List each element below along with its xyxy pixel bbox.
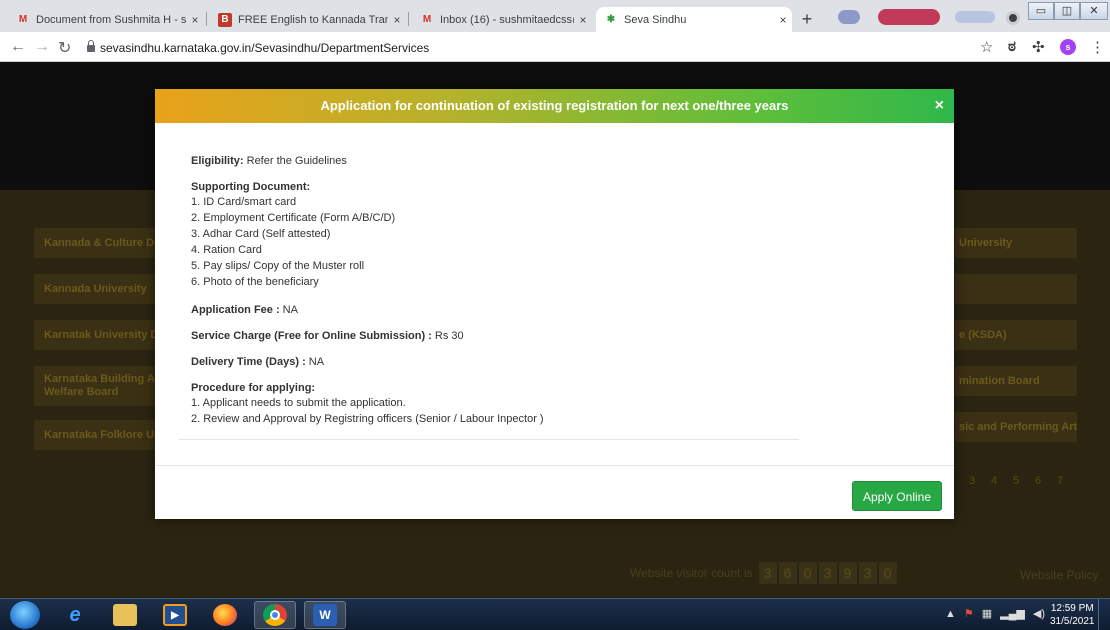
- modal-footer: Apply Online: [155, 465, 954, 519]
- tab-seva-sindhu[interactable]: ✱ Seva Sindhu ×: [596, 7, 792, 32]
- list-item: 2. Employment Certificate (Form A/B/C/D): [191, 212, 396, 224]
- service-item[interactable]: mination Board: [955, 366, 1077, 396]
- site-footer: [0, 540, 1110, 598]
- file-explorer-icon[interactable]: [104, 601, 146, 629]
- show-desktop-button[interactable]: [1098, 599, 1110, 630]
- modal-body: Eligibility: Refer the Guidelines Suppor…: [155, 123, 954, 465]
- website-policy-link[interactable]: Website Policy: [1020, 568, 1098, 582]
- list-item: 6. Photo of the beneficiary: [191, 276, 319, 288]
- visitor-label: Website visitor count is: [630, 566, 753, 580]
- network-icon[interactable]: ▦: [982, 607, 992, 620]
- reload-icon[interactable]: ↻: [58, 38, 71, 58]
- word-icon[interactable]: W: [304, 601, 346, 629]
- list-item: 1. Applicant needs to submit the applica…: [191, 397, 406, 409]
- browser-tab-strip: M Document from Sushmita H - su × B FREE…: [0, 0, 1110, 32]
- visitor-digits: 3 6 0 3 9 3 0: [758, 562, 897, 584]
- extension-icon: [955, 11, 995, 23]
- list-item: 3. Adhar Card (Self attested): [191, 228, 331, 240]
- tab-translator[interactable]: B FREE English to Kannada Translat ×: [210, 7, 406, 32]
- media-player-icon[interactable]: ▶: [154, 601, 196, 629]
- internet-explorer-icon[interactable]: e: [54, 601, 96, 629]
- gmail-icon: M: [18, 14, 28, 25]
- start-button[interactable]: [10, 601, 40, 629]
- supporting-documents: Supporting Document: 1. ID Card/smart ca…: [191, 181, 918, 290]
- pagination: 3 4 5 6 7: [965, 466, 1067, 496]
- modal-title: Application for continuation of existing…: [320, 98, 789, 113]
- service-info-modal: Application for continuation of existing…: [155, 89, 954, 519]
- page-link[interactable]: 6: [1031, 466, 1045, 496]
- service-item[interactable]: [955, 274, 1077, 304]
- back-arrow-icon[interactable]: ←: [10, 38, 26, 56]
- page-link[interactable]: 5: [1009, 466, 1023, 496]
- system-tray: ▲ ⚑ ▦ ▂▄▆ ◀): [945, 607, 1045, 621]
- lock-icon[interactable]: [86, 40, 96, 52]
- close-window-button[interactable]: ✕: [1080, 2, 1108, 20]
- apply-online-button[interactable]: Apply Online: [851, 481, 942, 511]
- gmail-icon: M: [422, 14, 432, 25]
- tab-title: Inbox (16) - sushmitaedcss@gm: [440, 13, 574, 26]
- list-item: 2. Review and Approval by Registring off…: [191, 413, 544, 425]
- modal-header: Application for continuation of existing…: [155, 89, 954, 123]
- volume-icon[interactable]: ◀): [1033, 607, 1045, 620]
- chrome-icon[interactable]: [254, 601, 296, 629]
- tab-close-icon[interactable]: ×: [574, 13, 592, 27]
- taskbar-clock[interactable]: 12:59 PM 31/5/2021: [1050, 602, 1095, 628]
- kannada-extension-icon[interactable]: ಠ: [1008, 38, 1016, 55]
- divider: [179, 439, 799, 440]
- media-control-icon[interactable]: [1006, 11, 1020, 25]
- list-item: 1. ID Card/smart card: [191, 196, 297, 208]
- tab-close-icon[interactable]: ×: [186, 13, 204, 27]
- tab-close-icon[interactable]: ×: [774, 13, 792, 27]
- procedure-section: Procedure for applying: 1. Applicant nee…: [191, 382, 918, 427]
- tab-gmail-document[interactable]: M Document from Sushmita H - su ×: [8, 7, 204, 32]
- service-item[interactable]: e (KSDA): [955, 320, 1077, 350]
- eligibility-row: Eligibility: Refer the Guidelines: [191, 155, 347, 167]
- menu-kebab-icon[interactable]: ⋮: [1090, 38, 1105, 56]
- tab-separator: [408, 12, 409, 26]
- restore-button[interactable]: ◫: [1054, 2, 1080, 20]
- service-item[interactable]: sic and Performing Arts: [955, 412, 1077, 442]
- delivery-time-row: Delivery Time (Days) : NA: [191, 356, 325, 368]
- tray-expand-icon[interactable]: ▲: [945, 608, 956, 620]
- extensions-puzzle-icon[interactable]: ✣: [1032, 38, 1045, 56]
- page-link[interactable]: 7: [1053, 466, 1067, 496]
- tab-title: FREE English to Kannada Translat: [238, 13, 388, 26]
- extension-icon: [838, 10, 860, 24]
- page-link[interactable]: 3: [965, 466, 979, 496]
- new-tab-button[interactable]: +: [796, 8, 818, 30]
- url-field[interactable]: sevasindhu.karnataka.gov.in/Sevasindhu/D…: [100, 41, 429, 55]
- page-link[interactable]: 4: [987, 466, 1001, 496]
- minimize-button[interactable]: ▭: [1028, 2, 1054, 20]
- forward-arrow-icon[interactable]: →: [34, 38, 50, 56]
- address-bar: ← → ↻ sevasindhu.karnataka.gov.in/Sevasi…: [0, 32, 1110, 62]
- clock-date: 31/5/2021: [1050, 616, 1095, 627]
- tab-close-icon[interactable]: ×: [388, 13, 406, 27]
- clock-time: 12:59 PM: [1050, 603, 1094, 614]
- close-icon[interactable]: ×: [935, 89, 944, 123]
- seva-sindhu-icon: ✱: [606, 14, 616, 25]
- extension-icon: [878, 9, 940, 25]
- firefox-icon[interactable]: [204, 601, 246, 629]
- list-item: 4. Ration Card: [191, 244, 262, 256]
- profile-avatar[interactable]: s: [1060, 39, 1076, 55]
- flag-icon[interactable]: ⚑: [964, 607, 974, 620]
- windows-taskbar: e ▶ W ▲ ⚑ ▦ ▂▄▆ ◀) 12:59 PM 31/5/2021: [0, 598, 1110, 630]
- translator-icon: B: [218, 12, 232, 27]
- bookmark-star-icon[interactable]: ☆: [980, 38, 993, 56]
- application-fee-row: Application Fee : NA: [191, 304, 298, 316]
- visitor-counter: Website visitor count is 3 6 0 3 9 3 0: [630, 562, 897, 584]
- list-item: 5. Pay slips/ Copy of the Muster roll: [191, 260, 365, 272]
- tab-gmail-inbox[interactable]: M Inbox (16) - sushmitaedcss@gm ×: [412, 7, 592, 32]
- tab-title: Document from Sushmita H - su: [36, 13, 186, 26]
- signal-icon[interactable]: ▂▄▆: [1000, 607, 1025, 620]
- tab-separator: [206, 12, 207, 26]
- tab-title: Seva Sindhu: [624, 13, 687, 26]
- service-item[interactable]: University: [955, 228, 1077, 258]
- service-charge-row: Service Charge (Free for Online Submissi…: [191, 330, 464, 342]
